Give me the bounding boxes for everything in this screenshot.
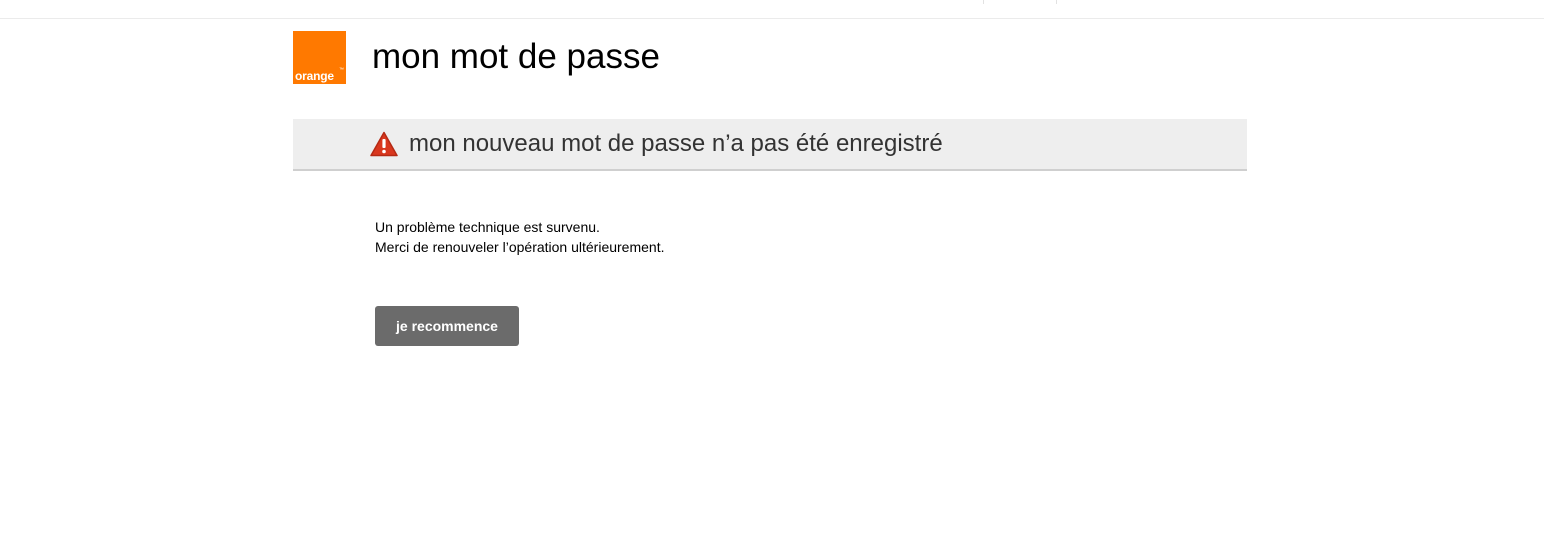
top-bar [0, 0, 1544, 19]
restart-button[interactable]: je recommence [375, 306, 519, 346]
top-bar-divider [1056, 0, 1057, 4]
logo-text: orange [295, 69, 334, 83]
orange-logo[interactable]: orange ™ [293, 31, 346, 84]
error-detail-line: Merci de renouveler l’opération ultérieu… [375, 239, 665, 255]
error-banner: mon nouveau mot de passe n’a pas été enr… [293, 119, 1247, 171]
top-bar-divider [983, 0, 984, 4]
error-details: Un problème technique est survenu. Merci… [375, 217, 664, 257]
warning-icon [370, 131, 398, 157]
page-title: mon mot de passe [372, 37, 660, 76]
error-message-title: mon nouveau mot de passe n’a pas été enr… [409, 130, 943, 157]
error-detail-line: Un problème technique est survenu. [375, 219, 600, 235]
logo-trademark: ™ [339, 67, 344, 73]
